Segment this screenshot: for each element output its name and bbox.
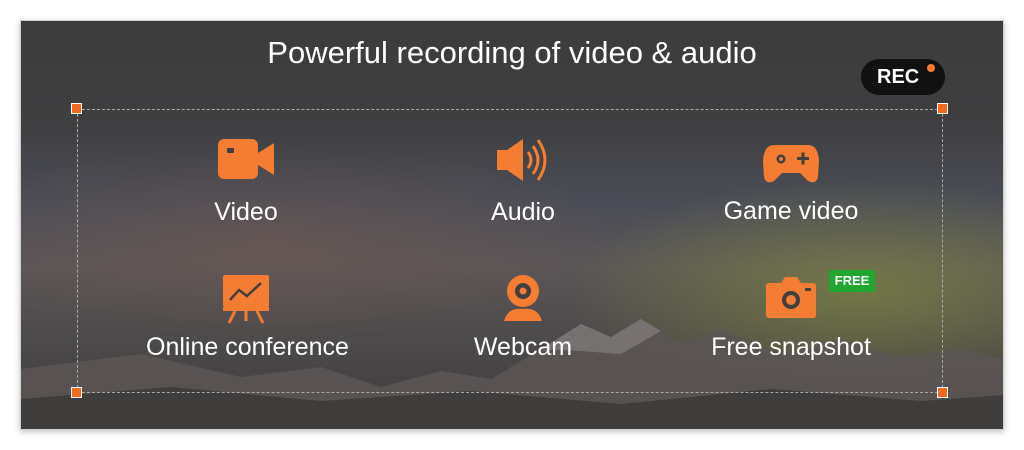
feature-online-conference[interactable]: Online conference [146, 273, 349, 362]
rec-label: REC [877, 66, 920, 88]
page-title: Powerful recording of video & audio [267, 35, 757, 70]
video-camera-icon [218, 139, 274, 179]
feature-audio[interactable]: Audio [463, 136, 583, 227]
resize-handle-top-left[interactable] [71, 103, 82, 114]
resize-handle-top-right[interactable] [937, 103, 948, 114]
feature-label: Video [214, 198, 278, 226]
feature-label: Online conference [146, 333, 349, 361]
webcam-icon [504, 275, 542, 321]
free-badge: FREE [829, 270, 875, 292]
feature-webcam[interactable]: Webcam [453, 273, 593, 362]
rec-button[interactable]: REC [861, 59, 945, 95]
gamepad-icon [763, 145, 819, 183]
feature-game-video[interactable]: Game video [711, 139, 871, 226]
camera-icon [766, 277, 816, 318]
feature-label: Webcam [473, 333, 573, 361]
feature-label: Audio [491, 198, 555, 226]
recording-indicator-dot [927, 64, 935, 72]
resize-handle-bottom-right[interactable] [937, 387, 948, 398]
speaker-icon [497, 139, 547, 181]
feature-label: Game video [723, 197, 859, 225]
presentation-board-icon [223, 275, 269, 324]
feature-label: Free snapshot [711, 333, 871, 361]
resize-handle-bottom-left[interactable] [71, 387, 82, 398]
recorder-banner: Powerful recording of video & audio REC … [20, 20, 1004, 430]
feature-video[interactable]: Video [186, 136, 306, 227]
